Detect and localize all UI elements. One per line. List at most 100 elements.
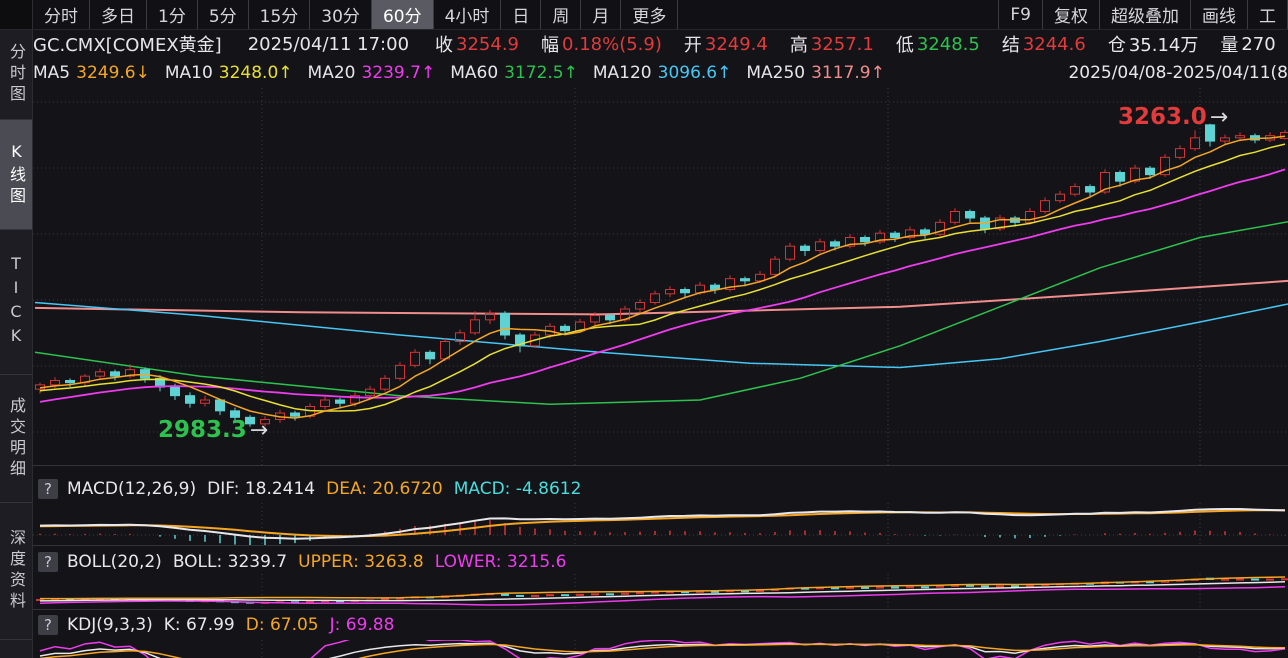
timeframe-tabs: 分时多日1分5分15分30分60分4小时日周月更多	[33, 0, 678, 29]
timeframe-tab-11[interactable]: 更多	[621, 0, 678, 29]
ma-legend-4: MA120 3096.6↑	[593, 63, 731, 83]
kdj-help-icon[interactable]: ?	[38, 615, 58, 635]
timeframe-tab-0[interactable]: 分时	[33, 0, 90, 29]
ma-trend-arrow-icon: ↑	[278, 63, 292, 83]
ma-legend-3: MA603172.5↑	[450, 63, 578, 83]
boll-lower-value: LOWER: 3215.6	[435, 552, 567, 572]
panel-divider	[33, 545, 1288, 546]
info-field-value: 270	[1241, 34, 1275, 55]
kdj-panel-header: ? KDJ(9,3,3) K: 67.99 D: 67.05 J: 69.88	[38, 612, 405, 638]
macd-title: MACD(12,26,9)	[67, 479, 196, 499]
f9-button[interactable]: F9	[998, 0, 1043, 29]
macd-dea-value: DEA: 20.6720	[326, 479, 443, 499]
ma-legend-0: MA53249.6↓	[33, 63, 150, 83]
boll-panel-header: ? BOLL(20,2) BOLL: 3239.7 UPPER: 3263.8 …	[38, 549, 577, 575]
timeframe-tab-4[interactable]: 15分	[249, 0, 311, 29]
timeframe-tab-5[interactable]: 30分	[310, 0, 372, 29]
draw-line-button[interactable]: 画线	[1191, 0, 1248, 29]
toolbar-corner-spacer	[0, 0, 33, 29]
timeframe-tab-6[interactable]: 60分	[372, 0, 434, 29]
super-overlay-button[interactable]: 超级叠加	[1100, 0, 1191, 29]
right-arrow-icon: →	[250, 418, 268, 443]
info-field-value: 35.14万	[1129, 31, 1199, 57]
info-field-value: 3249.4	[705, 34, 768, 55]
fuquan-button[interactable]: 复权	[1043, 0, 1100, 29]
ma-label: MA120	[593, 63, 652, 83]
timeframe-tab-2[interactable]: 1分	[147, 0, 198, 29]
ma-legend-items: MA53249.6↓MA103248.0↑MA203239.7↑MA603172…	[33, 63, 900, 83]
low-price-annotation: 2983.3 →	[158, 417, 268, 443]
info-field-6: 仓35.14万	[1108, 31, 1199, 57]
info-field-2: 开3249.4	[684, 31, 768, 57]
sidebar-item-depth-info[interactable]: 深度资料	[0, 503, 32, 640]
ma-trend-arrow-icon: ↑	[717, 63, 731, 83]
timeframe-tab-9[interactable]: 周	[541, 0, 581, 29]
info-field-label: 仓	[1108, 31, 1126, 57]
ma-value: 3096.6	[658, 63, 717, 83]
sidebar-filler	[0, 640, 32, 658]
sidebar-item-trade-detail[interactable]: 成交明细	[0, 375, 32, 503]
info-field-value: 3248.5	[917, 34, 980, 55]
panel-divider	[33, 609, 1288, 610]
ma-value: 3239.7	[361, 63, 420, 83]
ma-legend-2: MA203239.7↑	[308, 63, 436, 83]
macd-panel-chart[interactable]	[33, 503, 1288, 545]
info-field-3: 高3257.1	[790, 31, 874, 57]
ma-label: MA250	[746, 63, 805, 83]
macd-dif-value: DIF: 18.2414	[207, 479, 315, 499]
high-price-annotation: 3263.0 →	[1118, 104, 1228, 130]
right-arrow-icon: →	[1210, 105, 1228, 130]
timeframe-tab-10[interactable]: 月	[581, 0, 621, 29]
info-field-value: 3257.1	[811, 34, 874, 55]
timeframe-tab-7[interactable]: 4小时	[434, 0, 502, 29]
info-field-0: 收3254.9	[435, 31, 519, 57]
kdj-title: KDJ(9,3,3)	[67, 615, 153, 635]
sidebar-item-kline-chart[interactable]: K线图	[0, 120, 32, 230]
ma-trend-arrow-icon: ↑	[564, 63, 578, 83]
visible-date-range: 2025/04/08-2025/04/11(8	[1068, 58, 1288, 87]
ma-label: MA10	[165, 63, 213, 83]
ma-legend-5: MA2503117.9↑	[746, 63, 884, 83]
ma-trend-arrow-icon: ↑	[871, 63, 885, 83]
timeframe-tab-3[interactable]: 5分	[198, 0, 249, 29]
datetime-label: 2025/04/11 17:00	[248, 34, 409, 55]
kdj-k-value: K: 67.99	[164, 615, 235, 635]
macd-help-icon[interactable]: ?	[38, 479, 58, 499]
trading-app-window: 分时多日1分5分15分30分60分4小时日周月更多 F9复权超级叠加画线工 分时…	[0, 0, 1288, 658]
macd-hist-value: MACD: -4.8612	[454, 479, 582, 499]
boll-mid-value: BOLL: 3239.7	[173, 552, 287, 572]
main-kline-chart[interactable]	[33, 88, 1288, 465]
high-price-label: 3263.0	[1118, 104, 1207, 130]
timeframe-tab-1[interactable]: 多日	[90, 0, 147, 29]
info-field-label: 低	[896, 31, 914, 57]
macd-panel-header: ? MACD(12,26,9) DIF: 18.2414 DEA: 20.672…	[38, 476, 592, 502]
ma-label: MA20	[308, 63, 356, 83]
ma-value: 3248.0	[219, 63, 278, 83]
info-field-7: 量270	[1220, 31, 1275, 57]
boll-panel-chart[interactable]	[33, 574, 1288, 608]
ma-value: 3249.6	[76, 63, 135, 83]
boll-title: BOLL(20,2)	[67, 552, 162, 572]
kdj-d-value: D: 67.05	[246, 615, 319, 635]
info-field-value: 3254.9	[456, 34, 519, 55]
clipped-toolbar-item[interactable]: 工	[1248, 0, 1288, 29]
info-field-5: 结3244.6	[1002, 31, 1086, 57]
info-field-1: 幅0.18%(5.9)	[541, 31, 662, 57]
info-field-label: 幅	[541, 31, 559, 57]
info-field-label: 高	[790, 31, 808, 57]
boll-upper-value: UPPER: 3263.8	[298, 552, 424, 572]
boll-help-icon[interactable]: ?	[38, 552, 58, 572]
sidebar-item-minute-chart[interactable]: 分时图	[0, 30, 32, 120]
symbol-label: GC.CMX[COMEX黄金]	[33, 31, 222, 57]
info-field-value: 3244.6	[1023, 34, 1086, 55]
low-price-label: 2983.3	[158, 417, 247, 443]
kdj-panel-chart[interactable]	[33, 640, 1288, 658]
ma-trend-arrow-icon: ↓	[136, 63, 150, 83]
info-field-4: 低3248.5	[896, 31, 980, 57]
timeframe-tab-8[interactable]: 日	[501, 0, 541, 29]
chart-mode-sidebar: 分时图K线图TICK成交明细深度资料	[0, 30, 33, 658]
ma-label: MA60	[450, 63, 498, 83]
sidebar-item-tick[interactable]: TICK	[0, 230, 32, 375]
info-field-label: 量	[1220, 31, 1238, 57]
panel-divider	[33, 465, 1288, 466]
